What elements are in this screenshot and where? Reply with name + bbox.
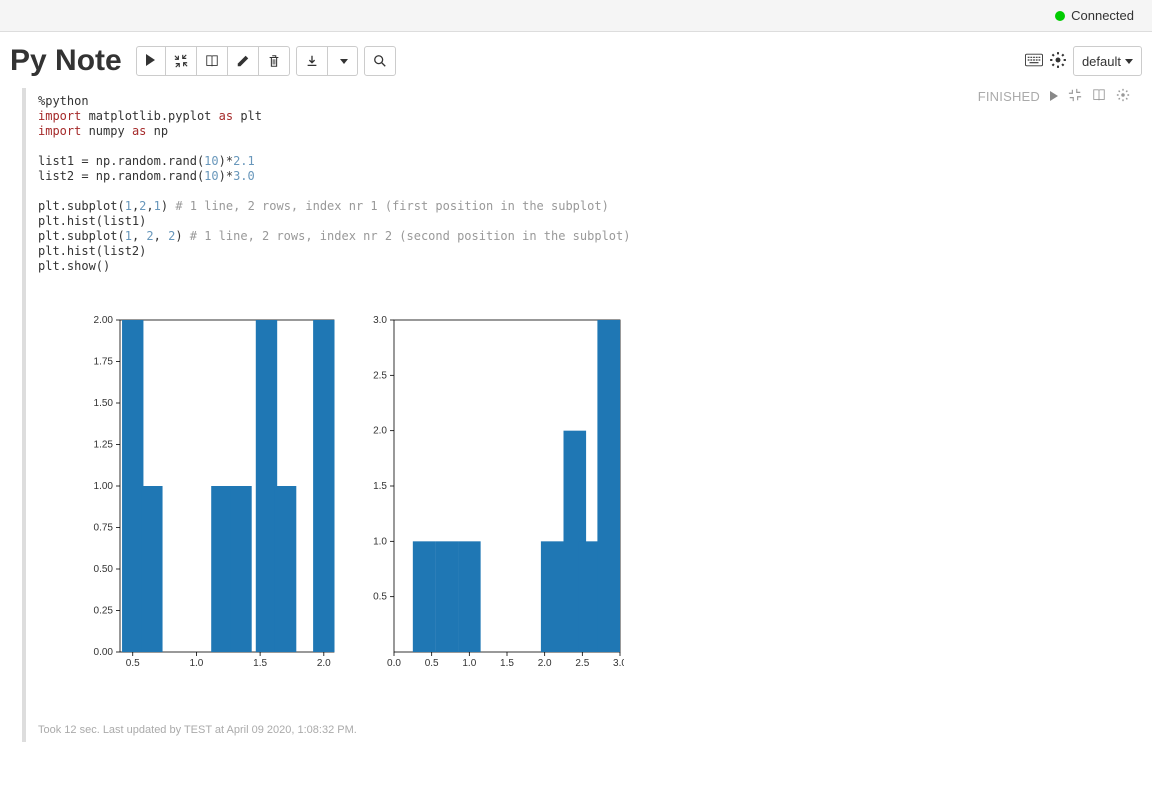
cell-output: 0.00 0.25 0.50 0.75 1.00 1.25 1.50 1.75 2.00 0.5 1…	[78, 314, 1118, 674]
svg-text:0.25: 0.25	[94, 606, 114, 617]
run-icon	[146, 54, 155, 69]
svg-text:0.5: 0.5	[425, 658, 439, 669]
notebook-title: Py Note	[10, 46, 122, 76]
gear-icon	[1116, 88, 1130, 102]
svg-text:0.50: 0.50	[94, 564, 114, 575]
svg-text:1.0: 1.0	[373, 536, 387, 547]
svg-text:3.0: 3.0	[613, 658, 624, 669]
connected-dot	[1055, 11, 1065, 21]
caret-down-icon	[1125, 59, 1133, 64]
search-group	[364, 46, 396, 76]
trash-icon	[267, 54, 281, 68]
svg-text:1.75: 1.75	[94, 357, 114, 368]
svg-text:0.0: 0.0	[387, 658, 401, 669]
svg-text:3.0: 3.0	[373, 315, 387, 326]
run-all-button[interactable]	[136, 46, 166, 76]
shrink-button[interactable]	[166, 46, 197, 76]
svg-text:1.00: 1.00	[94, 481, 114, 492]
svg-text:1.5: 1.5	[373, 481, 387, 492]
notebook-body: FINISHED %python import matplotlib.pyplo…	[0, 88, 1152, 772]
svg-text:2.0: 2.0	[317, 658, 331, 669]
shrink-icon	[174, 54, 188, 68]
svg-text:1.50: 1.50	[94, 398, 114, 409]
svg-text:2.0: 2.0	[538, 658, 552, 669]
subplot-2-histogram: 0.5 1.0 1.5 2.0 2.5 3.0 0.0 0.5 1.0 1.5 2.0 2.5 3.0	[364, 314, 624, 674]
subplot-1-histogram: 0.00 0.25 0.50 0.75 1.00 1.25 1.50 1.75 2.00 0.5 1…	[78, 314, 338, 674]
caret-down-icon	[340, 59, 348, 64]
gear-icon	[1049, 51, 1067, 69]
svg-text:0.75: 0.75	[94, 523, 114, 534]
book-icon	[205, 54, 219, 68]
svg-text:0.5: 0.5	[373, 592, 387, 603]
svg-text:2.5: 2.5	[373, 370, 387, 381]
svg-text:1.5: 1.5	[500, 658, 514, 669]
svg-text:2.00: 2.00	[94, 315, 114, 326]
mode-selector[interactable]: default	[1073, 46, 1142, 76]
export-button[interactable]	[296, 46, 328, 76]
download-icon	[305, 54, 319, 68]
cell-footer-meta: Took 12 sec. Last updated by TEST at Apr…	[38, 724, 1118, 736]
header-right: default	[1025, 46, 1142, 76]
svg-text:1.0: 1.0	[189, 658, 203, 669]
svg-text:1.25: 1.25	[94, 440, 114, 451]
cell-run-button[interactable]	[1050, 89, 1058, 104]
cell-shrink-button[interactable]	[1068, 88, 1082, 105]
main-toolbar	[136, 46, 290, 76]
versions-button[interactable]	[197, 46, 228, 76]
connected-label: Connected	[1071, 8, 1134, 23]
cell-status: FINISHED	[978, 89, 1040, 104]
mode-label: default	[1082, 54, 1121, 69]
page-header: Py Note	[0, 32, 1152, 88]
subplot-row: 0.00 0.25 0.50 0.75 1.00 1.25 1.50 1.75 2.00 0.5 1…	[78, 314, 1118, 674]
book-icon	[1092, 88, 1106, 102]
svg-text:2.0: 2.0	[373, 426, 387, 437]
edit-button[interactable]	[228, 46, 259, 76]
delete-button[interactable]	[259, 46, 290, 76]
cell-gear-button[interactable]	[1116, 88, 1130, 105]
shrink-icon	[1068, 88, 1082, 102]
paragraph-cell: FINISHED %python import matplotlib.pyplo…	[22, 88, 1130, 742]
svg-text:1.5: 1.5	[253, 658, 267, 669]
cell-book-button[interactable]	[1092, 88, 1106, 105]
cell-controls: FINISHED	[978, 88, 1130, 105]
edit-icon	[236, 54, 250, 68]
header-left: Py Note	[10, 46, 396, 76]
settings-button[interactable]	[1049, 51, 1067, 72]
svg-text:0.5: 0.5	[126, 658, 140, 669]
top-bar: Connected	[0, 0, 1152, 32]
svg-text:2.5: 2.5	[575, 658, 589, 669]
export-group	[296, 46, 358, 76]
code-editor[interactable]: %python import matplotlib.pyplot as plt …	[38, 94, 1118, 274]
export-caret-button[interactable]	[328, 46, 358, 76]
run-icon	[1050, 89, 1058, 104]
keyboard-shortcuts-button[interactable]	[1025, 51, 1043, 72]
svg-text:1.0: 1.0	[462, 658, 476, 669]
search-icon	[373, 54, 387, 68]
keyboard-icon	[1025, 51, 1043, 69]
svg-text:0.00: 0.00	[94, 647, 114, 658]
search-button[interactable]	[364, 46, 396, 76]
